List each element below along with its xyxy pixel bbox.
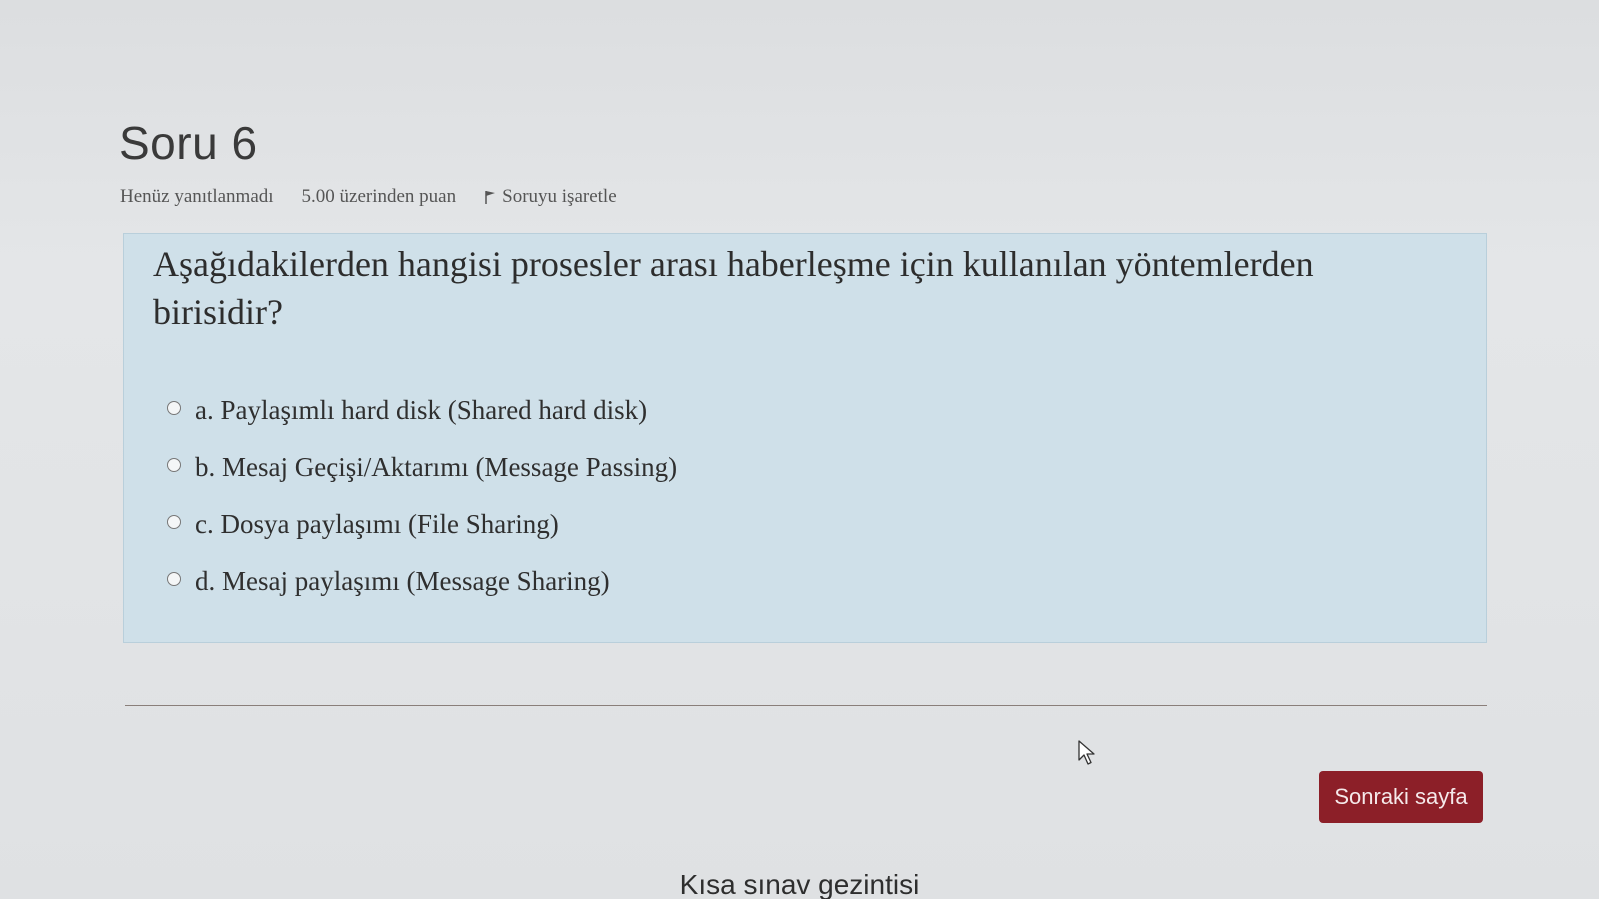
flag-icon xyxy=(485,191,496,204)
answer-label[interactable]: a. Paylaşımlı hard disk (Shared hard dis… xyxy=(195,395,647,426)
answer-label[interactable]: c. Dosya paylaşımı (File Sharing) xyxy=(195,509,559,540)
answer-option-a[interactable]: a. Paylaşımlı hard disk (Shared hard dis… xyxy=(167,382,677,439)
radio-unchecked-icon[interactable] xyxy=(167,571,181,586)
question-info-bar: Henüz yanıtlanmadı 5.00 üzerinden puan S… xyxy=(120,186,617,208)
answer-list: a. Paylaşımlı hard disk (Shared hard dis… xyxy=(167,382,677,610)
question-text: Aşağıdakilerden hangisi prosesler arası … xyxy=(153,244,1314,332)
answer-option-b[interactable]: b. Mesaj Geçişi/Aktarımı (Message Passin… xyxy=(167,439,677,496)
answer-label[interactable]: b. Mesaj Geçişi/Aktarımı (Message Passin… xyxy=(195,452,677,483)
question-title: Soru 6 xyxy=(119,117,258,169)
section-divider xyxy=(125,705,1487,706)
flag-question-link[interactable]: Soruyu işaretle xyxy=(484,186,617,208)
radio-unchecked-icon[interactable] xyxy=(167,457,181,472)
quiz-navigation-title: Kısa sınav gezintisi xyxy=(679,869,920,899)
question-status: Henüz yanıtlanmadı xyxy=(120,186,274,207)
answer-option-d[interactable]: d. Mesaj paylaşımı (Message Sharing) xyxy=(167,553,677,610)
answer-label[interactable]: d. Mesaj paylaşımı (Message Sharing) xyxy=(195,566,610,597)
question-panel: Aşağıdakilerden hangisi prosesler arası … xyxy=(123,233,1487,643)
mouse-pointer-icon xyxy=(1078,740,1095,765)
question-points: 5.00 üzerinden puan xyxy=(301,186,457,207)
radio-unchecked-icon[interactable] xyxy=(167,400,181,415)
next-page-button[interactable]: Sonraki sayfa xyxy=(1319,771,1483,823)
answer-option-c[interactable]: c. Dosya paylaşımı (File Sharing) xyxy=(167,496,677,553)
radio-unchecked-icon[interactable] xyxy=(167,514,181,529)
flag-question-label: Soruyu işaretle xyxy=(502,186,617,207)
